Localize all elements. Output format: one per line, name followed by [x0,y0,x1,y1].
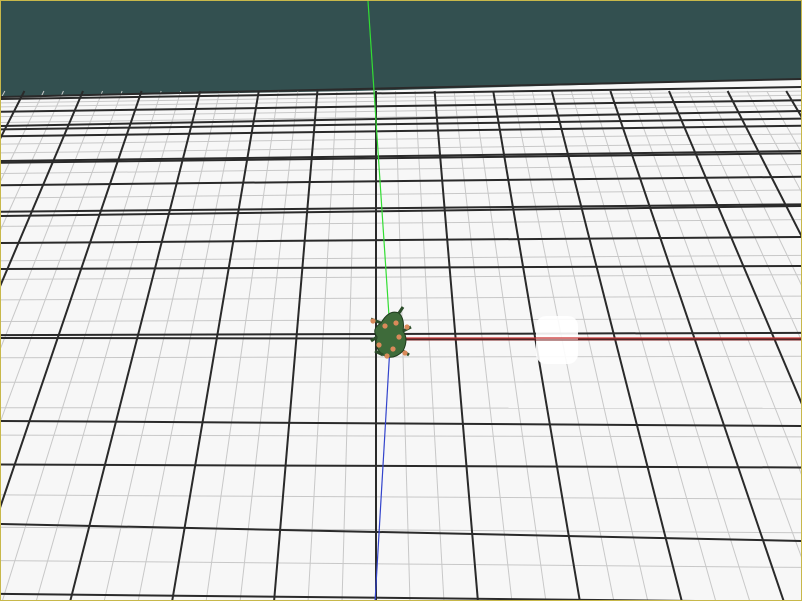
robot-joint [384,353,390,359]
robot-joint [396,334,402,340]
scene-canvas[interactable] [1,1,802,601]
robot-joint [382,323,388,329]
robot-joint [370,318,376,324]
minor-grid-line [1,407,801,409]
robot-joint [402,350,408,356]
3d-viewport[interactable] [0,0,802,601]
robot-joint [393,320,399,326]
robot-joint [404,324,410,330]
robot-joint [376,342,382,348]
robot-joint [390,346,396,352]
